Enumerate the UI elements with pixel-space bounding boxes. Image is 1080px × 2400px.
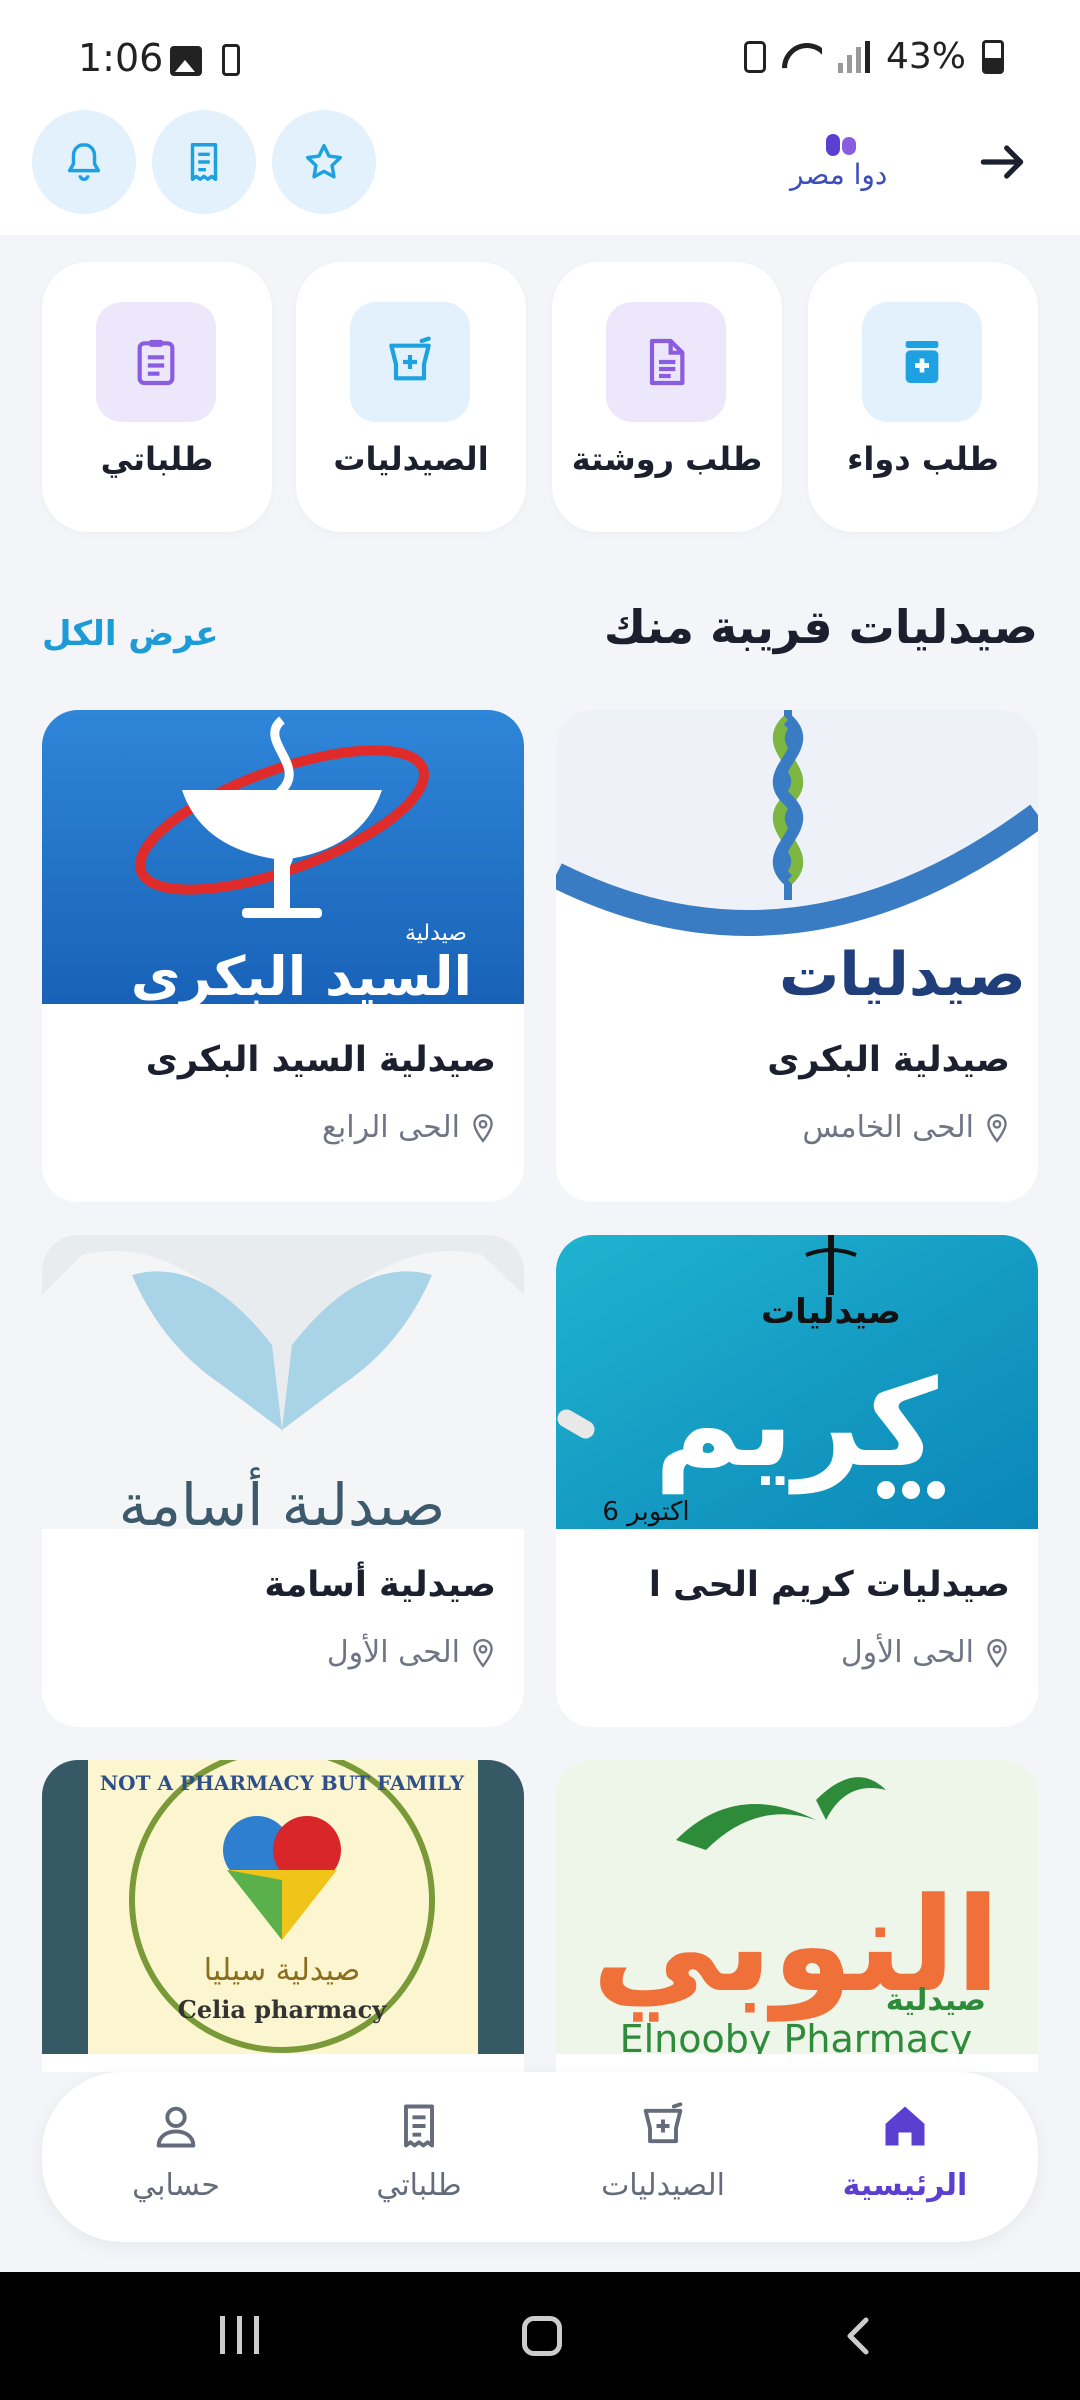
device-notification-icon xyxy=(222,44,240,76)
quick-action-my-orders[interactable]: طلباتي xyxy=(42,262,272,532)
banner-text: صيدلية سيليا xyxy=(204,1953,360,1988)
nav-label: الرئيسية xyxy=(842,2168,968,2203)
pharmacy-card[interactable]: صيدليات صيدلية البكرى الحى الخامس xyxy=(556,710,1038,1202)
gallery-notification-icon xyxy=(170,46,202,76)
banner-text: السيد البكري xyxy=(131,945,472,1004)
banner-bottom-text: Celia pharmacy xyxy=(178,1995,387,2024)
pharmacy-card[interactable]: صيدليات كريم 6 اكتوبر صيدليات كريم الحى … xyxy=(556,1235,1038,1727)
pharmacy-location: الحى الأول xyxy=(327,1635,496,1670)
status-time: 1:06 xyxy=(78,36,164,80)
star-icon xyxy=(305,143,343,179)
pharmacy-banner-image: صيدليات xyxy=(556,710,1038,1004)
nav-account[interactable]: حسابي xyxy=(76,2100,276,2203)
quick-action-label: الصيدليات xyxy=(333,440,489,478)
pharmacy-banner-image: صيدليات كريم 6 اكتوبر xyxy=(556,1235,1038,1529)
pharmacy-location: الحى الرابع xyxy=(322,1110,496,1145)
nav-label: طلباتي xyxy=(376,2168,462,2203)
nav-home[interactable]: الرئيسية xyxy=(805,2100,1005,2203)
pharmacy-card[interactable]: النوبي صيدلية Elnooby Pharmacy xyxy=(556,1760,1038,2072)
banner-small-text: صيدلية xyxy=(405,921,467,946)
recent-apps-icon[interactable] xyxy=(220,2316,259,2354)
notifications-button[interactable] xyxy=(32,110,136,214)
location-pin-icon xyxy=(473,1638,493,1668)
banner-small-text: صيدلية xyxy=(886,1983,986,2018)
location-text: الحى الأول xyxy=(840,1635,974,1670)
banner-text: صيدليات xyxy=(779,940,1026,1004)
pharmacy-name: صيدليات كريم الحى ا xyxy=(648,1565,1010,1605)
pharmacy-banner-image: صيدلية السيد البكري xyxy=(42,710,524,1004)
banner-bottom-text: 6 اكتوبر xyxy=(602,1497,689,1527)
back-arrow-icon[interactable] xyxy=(974,134,1030,190)
nav-label: الصيدليات xyxy=(601,2168,725,2203)
logo-text: دوا مصر xyxy=(790,158,888,191)
location-pin-icon xyxy=(987,1113,1007,1143)
orders-shortcut-button[interactable] xyxy=(152,110,256,214)
status-bar: 1:06 43% xyxy=(0,0,1080,110)
location-text: الحى الرابع xyxy=(321,1110,460,1145)
system-home-icon[interactable] xyxy=(522,2316,562,2356)
see-all-link[interactable]: عرض الكل xyxy=(42,614,219,654)
clipboard-icon xyxy=(137,339,175,386)
pharmacy-mortar-icon xyxy=(389,336,431,381)
capsule-logo-icon xyxy=(826,134,856,156)
pharmacy-location: الحى الأول xyxy=(841,1635,1010,1670)
receipt-icon xyxy=(404,2104,434,2148)
banner-text: صيدلية أسامة xyxy=(119,1467,445,1529)
battery-percent: 43% xyxy=(885,36,966,77)
signal-icon xyxy=(837,40,870,73)
pharmacy-banner-image: NOT A PHARMACY BUT FAMILY صيدلية سيليا C… xyxy=(42,1760,524,2072)
pharmacy-card[interactable]: صيدلية السيد البكري صيدلية السيد البكرى … xyxy=(42,710,524,1202)
pharmacy-location: الحى الخامس xyxy=(802,1110,1010,1145)
battery-icon xyxy=(982,39,1004,74)
banner-top-text: NOT A PHARMACY BUT FAMILY xyxy=(100,1771,465,1795)
quick-action-label: طلباتي xyxy=(100,440,214,478)
home-icon xyxy=(885,2106,925,2146)
banner-bottom-text: Elnooby Pharmacy xyxy=(620,2017,973,2054)
document-icon xyxy=(649,338,685,386)
pharmacy-card[interactable]: NOT A PHARMACY BUT FAMILY صيدلية سيليا C… xyxy=(42,1760,524,2072)
app-header: دوا مصر xyxy=(0,110,1080,235)
location-pin-icon xyxy=(987,1638,1007,1668)
pharmacy-card[interactable]: صيدلية أسامة صيدلية أسامة الحى الأول xyxy=(42,1235,524,1727)
banner-text: كريم xyxy=(654,1355,938,1495)
favorites-button[interactable] xyxy=(272,110,376,214)
bottom-navigation: الرئيسية الصيدليات طلباتي حسابي xyxy=(42,2072,1038,2242)
wifi-icon xyxy=(782,41,822,73)
nav-label: حسابي xyxy=(132,2168,220,2203)
quick-action-order-prescription[interactable]: طلب روشتة xyxy=(552,262,782,532)
pharmacy-banner-image: النوبي صيدلية Elnooby Pharmacy xyxy=(556,1760,1038,2072)
receipt-icon xyxy=(190,143,218,181)
status-right: 43% xyxy=(743,36,1004,77)
system-back-icon[interactable] xyxy=(838,2316,878,2356)
bell-icon xyxy=(67,143,101,181)
quick-action-order-medicine[interactable]: طلب دواء xyxy=(808,262,1038,532)
location-text: الحى الخامس xyxy=(802,1110,974,1145)
battery-saver-icon xyxy=(743,40,766,73)
nearby-pharmacies-title: صيدليات قريبة منك xyxy=(603,600,1038,654)
quick-action-label: طلب دواء xyxy=(847,440,999,478)
medicine-box-icon xyxy=(905,341,939,383)
pharmacy-mortar-icon xyxy=(643,2102,683,2144)
pharmacy-banner-image: صيدلية أسامة xyxy=(42,1235,524,1529)
pharmacy-name: صيدلية البكرى xyxy=(767,1040,1010,1080)
banner-top-text: صيدليات xyxy=(761,1292,901,1332)
quick-action-pharmacies[interactable]: الصيدليات xyxy=(296,262,526,532)
user-icon xyxy=(156,2106,196,2148)
location-text: الحى الأول xyxy=(326,1635,460,1670)
pharmacy-name: صيدلية السيد البكرى xyxy=(145,1040,496,1080)
app-logo: دوا مصر xyxy=(780,132,900,202)
pharmacy-name: صيدلية أسامة xyxy=(264,1565,496,1605)
location-pin-icon xyxy=(473,1113,493,1143)
quick-action-label: طلب روشتة xyxy=(571,440,763,478)
system-navigation-bar xyxy=(0,2272,1080,2400)
nav-my-orders[interactable]: طلباتي xyxy=(319,2100,519,2203)
nav-pharmacies[interactable]: الصيدليات xyxy=(563,2100,763,2203)
